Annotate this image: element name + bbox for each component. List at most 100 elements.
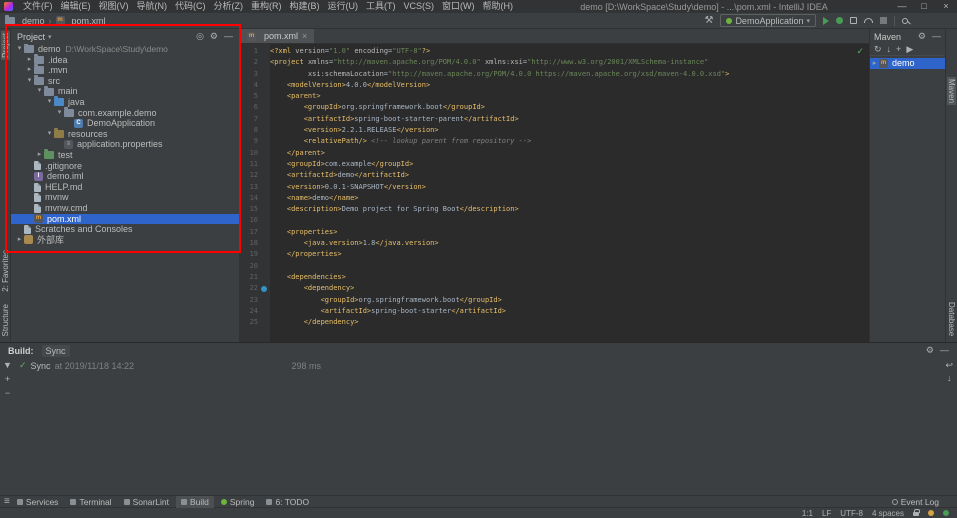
tree-item-mvnw[interactable]: mvnw [11,192,239,203]
breadcrumb-item-demo[interactable]: demo [5,16,45,26]
soft-wrap-icon[interactable]: ↩ [945,361,953,370]
menu-item-h[interactable]: 帮助(H) [479,0,518,13]
tool-window-button-6-todo[interactable]: 6: TODO [261,496,314,508]
notification-icon[interactable] [928,510,934,516]
tool-window-button-spring[interactable]: Spring [216,496,260,508]
caret-position[interactable]: 1:1 [802,508,813,518]
tree-item-help-md[interactable]: HELP.md [11,182,239,193]
tool-window-button-sonarlint[interactable]: SonarLint [119,496,174,508]
download-sources-icon[interactable]: ↓ [887,45,892,54]
tree-item-src[interactable]: ▾src [11,76,239,87]
menu-item-w[interactable]: 窗口(W) [438,0,479,13]
tree-item-mvn[interactable]: ▸.mvn [11,65,239,76]
menu-item-z[interactable]: 分析(Z) [210,0,248,13]
collapse-all-icon[interactable]: − [5,389,10,398]
menu-item-f[interactable]: 文件(F) [19,0,57,13]
scroll-to-end-icon[interactable]: ↓ [947,374,952,383]
tool-window-button-project[interactable]: Project [1,31,10,60]
maven-project-demo[interactable]: ▸mdemo [870,58,945,69]
tree-expand-arrow[interactable]: ▾ [15,44,24,55]
close-button[interactable]: × [935,0,957,13]
tree-expand-arrow[interactable]: ▾ [35,86,44,97]
search-everywhere-button[interactable] [902,18,908,24]
menu-item-e[interactable]: 编辑(E) [57,0,95,13]
profiler-button[interactable] [864,18,873,23]
tree-item-pom-xml[interactable]: mpom.xml [11,214,239,225]
breadcrumb-item-pom-xml[interactable]: mpom.xml [56,16,106,26]
tree-expand-arrow[interactable]: ▸ [15,235,24,246]
maximize-button[interactable]: □ [913,0,935,13]
tool-window-button-build[interactable]: Build [176,496,214,508]
event-log-button[interactable]: Event Log [892,497,953,507]
menu-item-u[interactable]: 运行(U) [324,0,363,13]
file-encoding[interactable]: UTF-8 [840,508,863,518]
tree-item-demo-iml[interactable]: Idemo.iml [11,171,239,182]
build-tab-sync[interactable]: Sync [42,345,70,357]
gutter-marker-icon[interactable] [261,286,267,292]
tree-expand-arrow[interactable]: ▾ [45,129,54,140]
tree-item-main[interactable]: ▾main [11,86,239,97]
add-maven-project-icon[interactable]: + [896,45,901,54]
expand-all-icon[interactable]: + [5,375,10,384]
menu-item-vcs-s[interactable]: VCS(S) [400,0,439,13]
readonly-lock-icon[interactable] [913,512,919,516]
tree-item-scratches-and-consoles[interactable]: Scratches and Consoles [11,224,239,235]
tree-item-mvnw-cmd[interactable]: mvnw.cmd [11,203,239,214]
filter-icon[interactable]: ▼ [3,361,12,370]
tool-window-button-services[interactable]: Services [12,496,64,508]
execute-goal-icon[interactable]: ▶ [906,45,913,54]
settings-gear-icon[interactable]: ⚙ [918,32,926,41]
tree-expand-arrow[interactable]: ▸ [25,65,34,76]
maven-expand-arrow[interactable]: ▸ [870,58,879,69]
tree-expand-arrow[interactable]: ▸ [25,55,34,66]
tool-window-button-maven[interactable]: Maven [947,77,956,105]
build-message-row[interactable]: ✓ Sync at 2019/11/18 14:22 298 ms [15,358,325,373]
tree-expand-arrow[interactable]: ▸ [35,150,44,161]
tool-window-button-terminal[interactable]: Terminal [65,496,116,508]
hide-panel-icon[interactable]: — [224,32,233,41]
settings-gear-icon[interactable]: ⚙ [210,32,218,41]
tree-item-item[interactable]: ▸外部库 [11,235,239,246]
hide-panel-icon[interactable]: — [940,346,949,355]
stop-button[interactable] [880,17,887,24]
editor-tab-pom-xml[interactable]: mpom.xml× [240,29,314,43]
debug-button[interactable] [836,17,843,24]
indent-style[interactable]: 4 spaces [872,508,904,518]
menu-item-c[interactable]: 代码(C) [171,0,210,13]
tool-window-button-structure[interactable]: Structure [1,302,10,338]
tree-expand-arrow[interactable]: ▾ [25,76,34,87]
line-separator[interactable]: LF [822,508,831,518]
code-editor[interactable]: 1<?xml version="1.0" encoding="UTF-8"?>2… [240,44,869,342]
tree-item-test[interactable]: ▸test [11,150,239,161]
coverage-button[interactable] [850,17,857,24]
health-indicator-icon[interactable] [943,510,949,516]
reimport-icon[interactable]: ↻ [874,45,882,54]
build-hammer-icon[interactable]: ⚒ [704,16,713,26]
menu-item-b[interactable]: 构建(B) [286,0,324,13]
tree-item-java[interactable]: ▾java [11,97,239,108]
tree-item-com-example-demo[interactable]: ▾com.example.demo [11,108,239,119]
tree-item-gitignore[interactable]: .gitignore [11,161,239,172]
menu-item-n[interactable]: 导航(N) [133,0,172,13]
menu-item-t[interactable]: 工具(T) [362,0,400,13]
tree-expand-arrow[interactable]: ▾ [45,97,54,108]
tree-expand-arrow[interactable]: ▾ [55,108,64,119]
chevron-down-icon[interactable]: ▾ [48,33,52,41]
tree-item-idea[interactable]: ▸.idea [11,55,239,66]
run-button[interactable] [823,17,829,25]
tool-window-switcher-icon[interactable]: ≡ [4,497,10,507]
locate-file-icon[interactable]: ◎ [196,32,204,41]
tree-item-demo[interactable]: ▾demoD:\WorkSpace\Study\demo [11,44,239,55]
minimize-button[interactable]: — [891,0,913,13]
run-configuration-selector[interactable]: DemoApplication ▾ [720,14,816,27]
tree-item-resources[interactable]: ▾resources [11,129,239,140]
tool-window-button-database[interactable]: Database [947,300,956,338]
settings-gear-icon[interactable]: ⚙ [926,346,934,355]
tree-item-demoapplication[interactable]: CDemoApplication [11,118,239,129]
menu-item-r[interactable]: 重构(R) [247,0,286,13]
tool-window-button-2-favorites[interactable]: 2: Favorites [1,248,10,294]
menu-item-v[interactable]: 视图(V) [95,0,133,13]
line-number: 18 [240,238,258,249]
close-tab-icon[interactable]: × [302,31,307,41]
hide-panel-icon[interactable]: — [932,32,941,41]
